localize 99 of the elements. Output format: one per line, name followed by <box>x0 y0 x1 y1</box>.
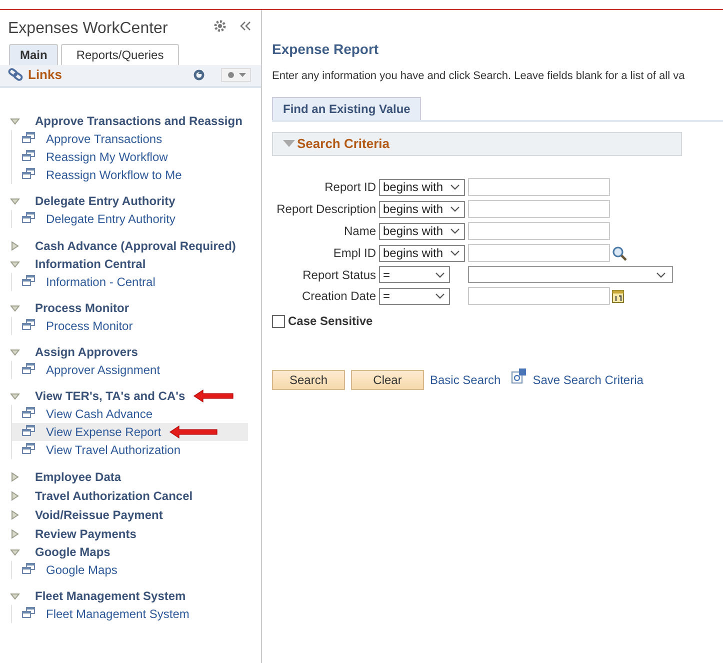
section-header[interactable]: Search Criteria <box>272 132 682 156</box>
collapsed-triangle-icon[interactable] <box>10 472 20 482</box>
expanded-triangle-icon[interactable] <box>10 547 20 557</box>
sidebar-link[interactable]: Google Maps <box>12 561 248 579</box>
instructions-text: Enter any information you have and click Search. Leave fields blank for a list of all va <box>272 70 686 82</box>
expanded-triangle-icon[interactable] <box>10 116 20 126</box>
page-title: Expense Report <box>272 41 380 57</box>
page-tab[interactable]: Find an Existing Value <box>272 97 422 120</box>
window-icon <box>22 150 35 161</box>
group-heading[interactable]: Google Maps <box>35 545 110 559</box>
field-label: Creation Date <box>300 289 376 303</box>
options-button[interactable] <box>221 68 251 82</box>
gear-caret-icon <box>225 70 247 78</box>
clear-button[interactable]: Clear <box>351 370 424 390</box>
window-icon <box>22 443 35 454</box>
group-heading[interactable]: Assign Approvers <box>35 345 138 359</box>
operator-dropdown[interactable]: begins with <box>379 200 465 218</box>
window-icon <box>22 425 35 436</box>
sidebar-link[interactable]: Process Monitor <box>12 317 248 335</box>
group-heading[interactable]: Review Payments <box>35 526 136 540</box>
input-field[interactable] <box>468 178 610 196</box>
expanded-triangle-icon[interactable] <box>10 347 20 357</box>
group-heading[interactable]: Process Monitor <box>35 301 130 315</box>
window-icon <box>22 132 35 143</box>
field-label: Report Description <box>276 202 376 216</box>
input-field[interactable] <box>468 200 610 218</box>
group-heading[interactable]: Employee Data <box>35 470 122 484</box>
search-button[interactable]: Search <box>272 370 345 390</box>
sidebar-link[interactable]: Approve Transactions <box>12 130 248 148</box>
group-heading[interactable]: Information Central <box>35 257 146 271</box>
window-icon <box>22 275 35 286</box>
field-label: Report Status <box>302 268 376 282</box>
sidebar-link[interactable]: View Expense Report <box>12 423 248 441</box>
sidebar-link[interactable]: View Cash Advance <box>12 405 248 423</box>
section-title: Search Criteria <box>297 136 390 151</box>
collapsed-triangle-icon[interactable] <box>10 240 20 250</box>
settings-icon[interactable] <box>214 20 226 32</box>
operator-dropdown[interactable]: begins with <box>379 244 465 262</box>
field-label: Empl ID <box>332 246 376 260</box>
expanded-triangle-icon[interactable] <box>10 391 20 401</box>
operator-dropdown[interactable]: begins with <box>379 222 465 240</box>
section-title: Links <box>28 67 63 82</box>
collapsed-triangle-icon[interactable] <box>10 510 20 520</box>
window-icon <box>22 212 35 223</box>
sidebar-link[interactable]: Reassign Workflow to Me <box>12 166 248 184</box>
chevron-icon <box>450 250 460 256</box>
collapsed-triangle-icon[interactable] <box>10 490 20 500</box>
window-icon <box>22 319 35 330</box>
checkbox-label: Case Sensitive <box>288 314 373 328</box>
checkbox[interactable] <box>272 314 285 328</box>
collapse-icon[interactable] <box>240 21 251 31</box>
sidebar-link[interactable]: Information - Central <box>12 273 248 291</box>
expanded-triangle-icon[interactable] <box>10 591 20 601</box>
expanded-triangle-icon[interactable] <box>10 303 20 313</box>
panel-tab[interactable]: Reports/Queries <box>61 44 179 65</box>
chevron-icon <box>435 293 445 299</box>
link[interactable]: Basic Search <box>430 373 501 387</box>
collapsed-triangle-icon[interactable] <box>10 528 20 538</box>
input-field[interactable] <box>468 244 610 262</box>
window-icon <box>22 363 35 374</box>
refresh-icon[interactable] <box>193 68 205 80</box>
group-heading[interactable]: Approve Transactions and Reassign <box>35 114 242 128</box>
save-search-icon[interactable] <box>510 368 527 384</box>
sidebar-link[interactable]: Reassign My Workflow <box>12 148 248 166</box>
sidebar-link[interactable]: View Travel Authorization <box>12 441 248 459</box>
chain-link-icon <box>8 68 24 82</box>
window-icon <box>22 407 35 418</box>
sidebar-link[interactable]: Approver Assignment <box>12 361 248 379</box>
field-label: Report ID <box>324 180 376 194</box>
chevron-icon <box>450 228 460 234</box>
group-heading[interactable]: Cash Advance (Approval Required) <box>35 238 236 252</box>
input-field[interactable] <box>468 287 610 305</box>
sidebar-link[interactable]: Delegate Entry Authority <box>12 210 248 228</box>
expanded-triangle-icon[interactable] <box>10 259 20 269</box>
link[interactable]: Save Search Criteria <box>532 373 644 387</box>
operator-dropdown[interactable]: = <box>379 266 450 283</box>
chevron-icon <box>656 272 666 278</box>
panel-tab[interactable]: Main <box>9 44 58 65</box>
input-field[interactable] <box>468 222 610 240</box>
window-icon <box>22 168 35 179</box>
search-icon[interactable] <box>612 246 627 260</box>
window-icon <box>22 607 35 618</box>
panel-title: Expenses WorkCenter <box>8 20 169 38</box>
operator-dropdown[interactable]: = <box>379 288 450 304</box>
group-heading[interactable]: Void/Reissue Payment <box>35 508 163 522</box>
operator-dropdown[interactable]: begins with <box>379 178 465 196</box>
group-heading[interactable]: Delegate Entry Authority <box>35 194 176 208</box>
group-heading[interactable]: Travel Authorization Cancel <box>35 488 193 502</box>
chevron-icon <box>435 272 445 278</box>
value-dropdown[interactable] <box>468 266 673 283</box>
sidebar-link[interactable]: Fleet Management System <box>12 605 248 623</box>
chevron-icon <box>450 206 460 212</box>
group-heading[interactable]: Fleet Management System <box>35 589 186 603</box>
field-label: Name <box>342 224 376 238</box>
chevron-icon <box>450 184 460 190</box>
expanded-triangle-icon[interactable] <box>10 196 20 206</box>
window-icon <box>22 563 35 574</box>
group-heading[interactable]: View TER's, TA's and CA's <box>35 389 186 403</box>
calendar-icon[interactable] <box>612 289 624 303</box>
